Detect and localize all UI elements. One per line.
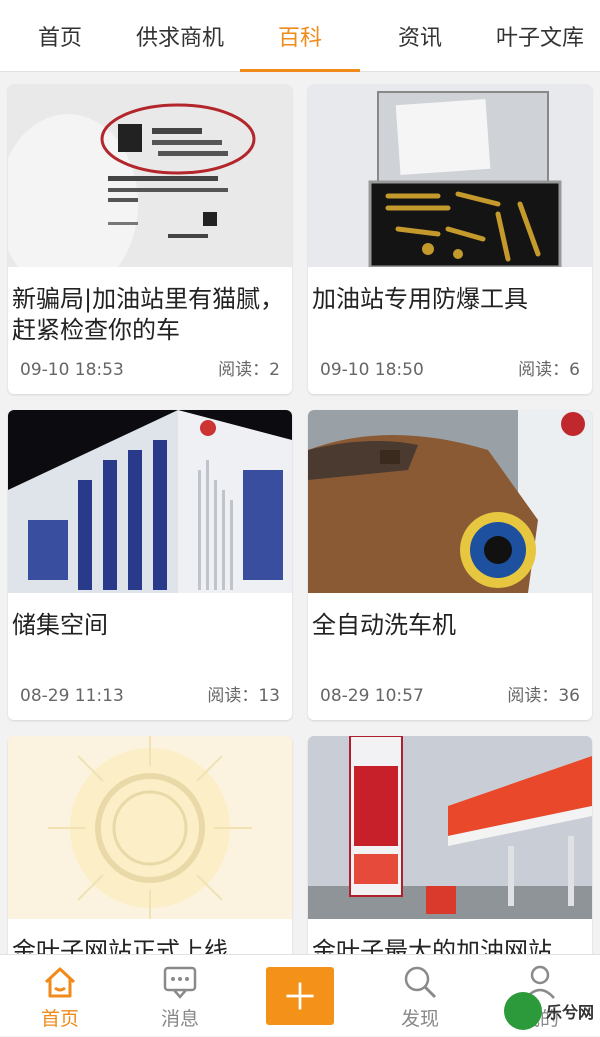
article-card[interactable]: 全自动洗车机 08-29 10:57 阅读：36	[308, 410, 592, 720]
home-icon	[40, 962, 80, 1002]
bottom-nav-messages[interactable]: 消息	[120, 955, 240, 1037]
article-date: 08-29 10:57	[320, 686, 424, 706]
tab-home[interactable]: 首页	[0, 0, 120, 72]
article-read-count: 阅读：36	[507, 681, 580, 706]
article-date: 09-10 18:53	[20, 360, 124, 380]
article-read-count: 阅读：13	[207, 681, 280, 706]
article-card[interactable]: 储集空间 08-29 11:13 阅读：13	[8, 410, 292, 720]
article-card[interactable]: 金叶子最大的加油网站	[308, 736, 592, 954]
article-thumbnail-gas-station	[308, 736, 592, 919]
article-card[interactable]: 金叶子网站正式上线	[8, 736, 292, 954]
top-tab-bar: 首页 供求商机 百科 资讯 叶子文库	[0, 0, 600, 72]
bottom-nav-home[interactable]: 首页	[0, 955, 120, 1037]
article-date: 09-10 18:50	[320, 360, 424, 380]
article-title: 加油站专用防爆工具	[312, 284, 588, 315]
site-watermark: 乐兮网	[504, 992, 594, 1030]
bottom-nav-label: 首页	[41, 1004, 79, 1031]
article-date: 08-29 11:13	[20, 686, 124, 706]
bottom-nav-label: 消息	[161, 1004, 199, 1031]
article-title: 储集空间	[12, 610, 288, 641]
plus-icon	[282, 978, 318, 1014]
bottom-nav-discover[interactable]: 发现	[360, 955, 480, 1037]
plus-button[interactable]	[266, 967, 334, 1025]
article-card[interactable]: 加油站专用防爆工具 09-10 18:50 阅读：6	[308, 84, 592, 394]
article-grid: 新骗局|加油站里有猫腻，赶紧检查你的车 09-10 18:53 阅读：2	[0, 72, 600, 954]
watermark-logo-icon	[504, 992, 542, 1030]
bottom-nav-label: 发现	[401, 1004, 439, 1031]
article-title: 新骗局|加油站里有猫腻，赶紧检查你的车	[12, 284, 288, 346]
article-title: 全自动洗车机	[312, 610, 588, 641]
article-card[interactable]: 新骗局|加油站里有猫腻，赶紧检查你的车 09-10 18:53 阅读：2	[8, 84, 292, 394]
article-thumbnail-fuel-sticker	[8, 84, 292, 267]
article-read-count: 阅读：6	[518, 355, 580, 380]
tab-supply-demand[interactable]: 供求商机	[120, 0, 240, 72]
article-thumbnail-exhibition-booth	[8, 410, 292, 593]
article-thumbnail-car-wash	[308, 410, 592, 593]
tab-encyclopedia[interactable]: 百科	[240, 0, 360, 72]
article-title: 金叶子最大的加油网站	[312, 936, 588, 954]
bottom-nav-publish[interactable]	[240, 955, 360, 1037]
article-title: 金叶子网站正式上线	[12, 936, 288, 954]
tab-news[interactable]: 资讯	[360, 0, 480, 72]
tab-library[interactable]: 叶子文库	[480, 0, 600, 72]
article-read-count: 阅读：2	[218, 355, 280, 380]
article-thumbnail-sunburst-logo	[8, 736, 292, 919]
message-icon	[160, 962, 200, 1002]
search-icon	[400, 962, 440, 1002]
watermark-text: 乐兮网	[546, 999, 594, 1023]
article-thumbnail-tool-case	[308, 84, 592, 267]
